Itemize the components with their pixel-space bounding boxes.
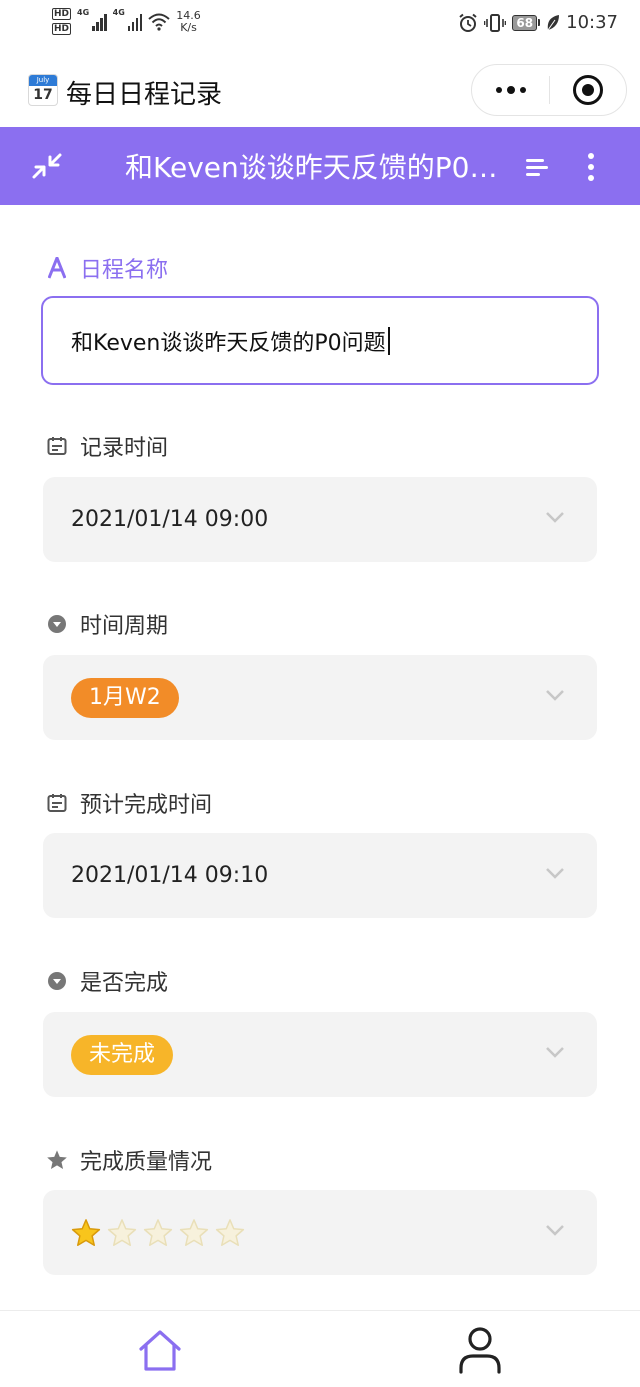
vibrate-icon [484, 13, 507, 32]
bottom-navigation [0, 1310, 640, 1387]
field-label-period: 时间周期 [46, 608, 168, 640]
quality-rating-select[interactable] [43, 1190, 597, 1275]
app-title: 每日日程记录 [66, 80, 223, 110]
star-rating[interactable] [71, 1218, 245, 1248]
completed-tag: 未完成 [71, 1034, 174, 1075]
network-type: 4G [77, 8, 90, 17]
dropdown-circle-icon [46, 613, 68, 635]
chevron-down-icon [546, 690, 564, 701]
star-empty-icon[interactable] [107, 1218, 137, 1248]
list-icon[interactable] [524, 154, 552, 180]
field-label-text: 完成质量情况 [80, 1150, 213, 1175]
chevron-down-icon [546, 512, 564, 523]
schedule-name-input[interactable]: 和Keven谈谈昨天反馈的P0问题 [41, 296, 599, 385]
signal-icon [127, 13, 143, 31]
field-label-name: 日程名称 [46, 252, 168, 284]
record-time-picker[interactable]: 2021/01/14 09:00 [43, 477, 597, 562]
record-title: 和Keven谈谈昨天反馈的P0问题 [125, 151, 510, 184]
star-empty-icon[interactable] [215, 1218, 245, 1248]
miniprogram-capsule [471, 64, 627, 116]
field-label-text: 时间周期 [80, 614, 169, 639]
record-header-bar: 和Keven谈谈昨天反馈的P0问题 [0, 127, 640, 205]
expected-finish-value: 2021/01/14 09:10 [71, 863, 269, 888]
field-label-text: 记录时间 [80, 436, 169, 461]
field-label-text: 预计完成时间 [80, 793, 213, 818]
signal-icon [92, 13, 107, 31]
field-label-text: 日程名称 [80, 258, 169, 283]
dropdown-circle-icon [46, 970, 68, 992]
calendar-icon [46, 435, 68, 457]
star-empty-icon[interactable] [179, 1218, 209, 1248]
speed-value: 14.6 [176, 8, 201, 22]
target-icon [573, 75, 603, 105]
clock-time: 10:37 [566, 12, 618, 33]
network-speed: 14.6 K/s [176, 8, 201, 34]
wifi-icon [148, 13, 170, 31]
status-right: 68 10:37 [458, 12, 618, 33]
speed-unit: K/s [180, 20, 197, 34]
battery-level: 68 [512, 14, 538, 31]
star-filled-icon[interactable] [71, 1218, 101, 1248]
calendar-month: July [29, 75, 57, 86]
field-label-expected-finish: 预计完成时间 [46, 787, 212, 819]
period-tag: 1月W2 [71, 677, 179, 718]
collapse-icon[interactable] [30, 151, 64, 181]
calendar-day: 17 [33, 87, 53, 103]
home-icon[interactable] [136, 1327, 184, 1375]
expected-finish-picker[interactable]: 2021/01/14 09:10 [43, 833, 597, 918]
chevron-down-icon [546, 1225, 564, 1236]
field-label-text: 是否完成 [80, 971, 169, 996]
text-cursor [387, 326, 390, 355]
more-vertical-icon[interactable] [584, 151, 598, 183]
period-select[interactable]: 1月W2 [43, 655, 597, 740]
hd-badge: HD [52, 8, 72, 20]
field-label-quality: 完成质量情况 [46, 1144, 212, 1176]
field-label-record-time: 记录时间 [46, 430, 168, 462]
user-icon[interactable] [456, 1325, 504, 1375]
completed-select[interactable]: 未完成 [43, 1012, 597, 1097]
record-time-value: 2021/01/14 09:00 [71, 507, 269, 532]
status-left: HD HD 4G 4G 14.6 K/s [52, 8, 201, 35]
calendar-app-icon: July 17 [28, 74, 58, 106]
star-empty-icon[interactable] [143, 1218, 173, 1248]
network-type: 4G [112, 8, 125, 17]
more-button[interactable] [472, 65, 549, 115]
field-label-completed: 是否完成 [46, 965, 168, 997]
chevron-down-icon [546, 1047, 564, 1058]
status-bar: HD HD 4G 4G 14.6 K/s 68 10:37 [0, 0, 640, 50]
text-icon [46, 257, 68, 279]
alarm-icon [459, 13, 478, 32]
star-icon [46, 1149, 68, 1171]
hd-badge: HD [52, 23, 72, 35]
leaf-icon [547, 14, 560, 30]
battery-icon: 68 [512, 14, 541, 31]
chevron-down-icon [546, 868, 564, 879]
close-miniprogram-button[interactable] [550, 65, 626, 115]
calendar-icon [46, 792, 68, 814]
schedule-name-value: 和Keven谈谈昨天反馈的P0问题 [71, 330, 386, 356]
app-header: July 17 每日日程记录 [0, 52, 640, 126]
